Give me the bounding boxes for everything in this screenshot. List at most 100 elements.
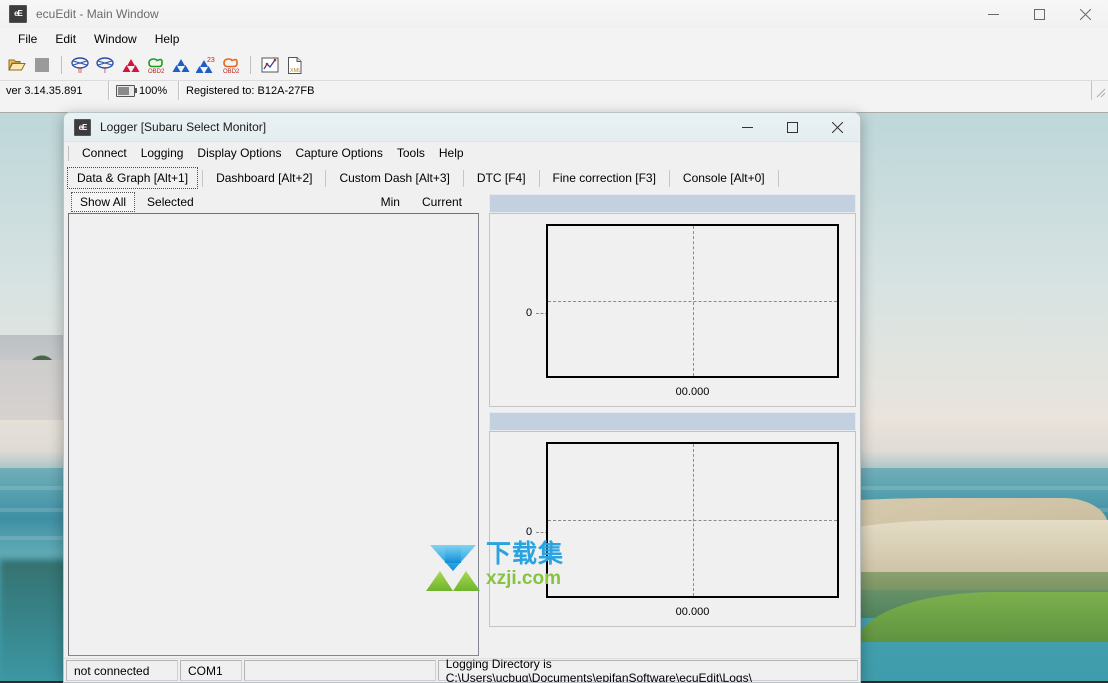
tab-divider	[202, 169, 204, 187]
graph-1-y-label: 0	[526, 307, 533, 319]
logger-window: eE Logger [Subaru Select Monitor] Connec…	[63, 112, 861, 683]
toolbar-separator-1	[61, 56, 62, 74]
svg-text:OBD2: OBD2	[223, 69, 240, 74]
tab-dashboard[interactable]: Dashboard [Alt+2]	[207, 168, 321, 188]
svg-text:XML: XML	[290, 68, 301, 74]
minimize-icon[interactable]	[725, 113, 770, 141]
graph-header-2[interactable]	[489, 412, 856, 431]
graph-2-x-label: 00.000	[675, 606, 710, 618]
obd2-green-icon[interactable]: OBD2	[145, 54, 167, 76]
tab-divider	[538, 169, 540, 187]
logger-i-icon[interactable]: I	[95, 54, 117, 76]
svg-text:OBD2: OBD2	[148, 69, 165, 74]
status-registration: Registered to: B12A-27FB	[179, 81, 1092, 100]
show-all-button[interactable]: Show All	[71, 192, 136, 212]
subaru-blue-icon[interactable]	[170, 54, 192, 76]
parameter-list-columns: Min Current	[381, 195, 482, 209]
main-toolbar: II I OBD2 23 OBD2 XML	[0, 50, 1108, 80]
logger-titlebar[interactable]: eE Logger [Subaru Select Monitor]	[64, 113, 860, 142]
tab-divider	[668, 169, 670, 187]
graph-1-vgridline	[692, 226, 694, 376]
main-status-bar: ver 3.14.35.891 100% Registered to: B12A…	[0, 80, 1108, 100]
ecuedit-app-icon: eE	[74, 118, 91, 136]
xml-file-icon[interactable]: XML	[284, 54, 306, 76]
maximize-icon[interactable]	[770, 113, 815, 141]
selected-label[interactable]: Selected	[147, 195, 194, 209]
parameter-list-pane: Show All Selected Min Current	[67, 191, 482, 659]
graph-block-1: 0 00.000	[489, 194, 856, 407]
main-window-title: ecuEdit - Main Window	[36, 7, 159, 21]
graph-card-1: 0 00.000	[489, 213, 856, 407]
tab-dtc[interactable]: DTC [F4]	[468, 168, 535, 188]
menu-item-display-options[interactable]: Display Options	[190, 144, 288, 162]
svg-text:II: II	[78, 68, 82, 74]
tab-data-and-graph[interactable]: Data & Graph [Alt+1]	[67, 167, 199, 189]
graph-pane: 0 00.000 0 00.000	[489, 191, 856, 659]
main-window-titlebar[interactable]: eE ecuEdit - Main Window	[0, 0, 1108, 28]
menu-item-window[interactable]: Window	[85, 30, 146, 48]
column-header-min: Min	[380, 195, 400, 209]
tab-divider	[325, 169, 327, 187]
graph-area-1[interactable]: 0 00.000	[498, 224, 847, 402]
status-spacer	[244, 660, 436, 681]
status-connection: not connected	[66, 660, 178, 681]
close-icon[interactable]	[1062, 0, 1108, 28]
menu-item-capture-options[interactable]: Capture Options	[288, 144, 389, 162]
logger-window-controls	[725, 113, 860, 141]
menu-item-logging[interactable]: Logging	[134, 144, 191, 162]
logger-menu-bar: Connect Logging Display Options Capture …	[64, 142, 860, 165]
status-version: ver 3.14.35.891	[0, 81, 109, 100]
main-window: eE ecuEdit - Main Window File Edit Windo…	[0, 0, 1108, 113]
obd2-orange-icon[interactable]: OBD2	[220, 54, 242, 76]
svg-text:I: I	[104, 68, 106, 74]
resize-grip-icon[interactable]	[1092, 81, 1108, 100]
maximize-icon[interactable]	[1016, 0, 1062, 28]
graph-card-2: 0 00.000	[489, 431, 856, 627]
ecuedit-app-icon: eE	[9, 5, 27, 23]
graph-1-x-label: 00.000	[675, 386, 710, 398]
tab-fine-correction[interactable]: Fine correction [F3]	[544, 168, 665, 188]
menu-item-help[interactable]: Help	[432, 144, 471, 162]
parameter-list-header: Show All Selected Min Current	[67, 191, 482, 213]
tab-divider	[462, 169, 464, 187]
close-icon[interactable]	[815, 113, 860, 141]
menu-item-tools[interactable]: Tools	[390, 144, 432, 162]
logger-status-bar: not connected COM1 Logging Directory is …	[64, 657, 860, 682]
tab-divider	[777, 169, 779, 187]
subaru-23-icon[interactable]: 23	[195, 54, 217, 76]
graph-1-plot[interactable]	[546, 224, 839, 378]
svg-text:23: 23	[207, 57, 215, 64]
logger-content: Show All Selected Min Current 0 00.000 0…	[64, 191, 860, 659]
main-window-controls	[970, 0, 1108, 28]
menubar-grip	[68, 145, 69, 161]
logger-ii-icon[interactable]: II	[70, 54, 92, 76]
open-file-icon[interactable]	[6, 54, 28, 76]
menu-item-edit[interactable]: Edit	[46, 30, 85, 48]
graph-icon[interactable]	[259, 54, 281, 76]
parameter-list[interactable]	[68, 213, 479, 656]
graph-header-1[interactable]	[489, 194, 856, 213]
tab-console[interactable]: Console [Alt+0]	[674, 168, 774, 188]
main-menu-bar: File Edit Window Help	[0, 28, 1108, 50]
status-battery: 100%	[109, 81, 179, 100]
graph-area-2[interactable]: 0 00.000	[498, 442, 847, 622]
graph-block-2: 0 00.000	[489, 412, 856, 627]
minimize-icon[interactable]	[970, 0, 1016, 28]
logger-tab-bar: Data & Graph [Alt+1] Dashboard [Alt+2] C…	[64, 165, 860, 191]
menu-item-help[interactable]: Help	[146, 30, 189, 48]
status-port: COM1	[180, 660, 242, 681]
graph-2-y-label: 0	[526, 526, 533, 538]
menu-item-file[interactable]: File	[9, 30, 46, 48]
column-header-current: Current	[421, 195, 462, 209]
logger-window-title: Logger [Subaru Select Monitor]	[100, 120, 267, 134]
battery-icon	[116, 84, 137, 97]
mitsubishi-icon[interactable]	[120, 54, 142, 76]
status-logging-directory: Logging Directory is C:\Users\ucbug\Docu…	[437, 657, 858, 682]
graph-2-plot[interactable]	[546, 442, 839, 598]
stop-icon[interactable]	[31, 54, 53, 76]
graph-2-vgridline	[692, 444, 694, 596]
tab-custom-dash[interactable]: Custom Dash [Alt+3]	[330, 168, 458, 188]
toolbar-separator-2	[250, 56, 251, 74]
status-battery-percent: 100%	[139, 84, 168, 97]
menu-item-connect[interactable]: Connect	[75, 144, 134, 162]
